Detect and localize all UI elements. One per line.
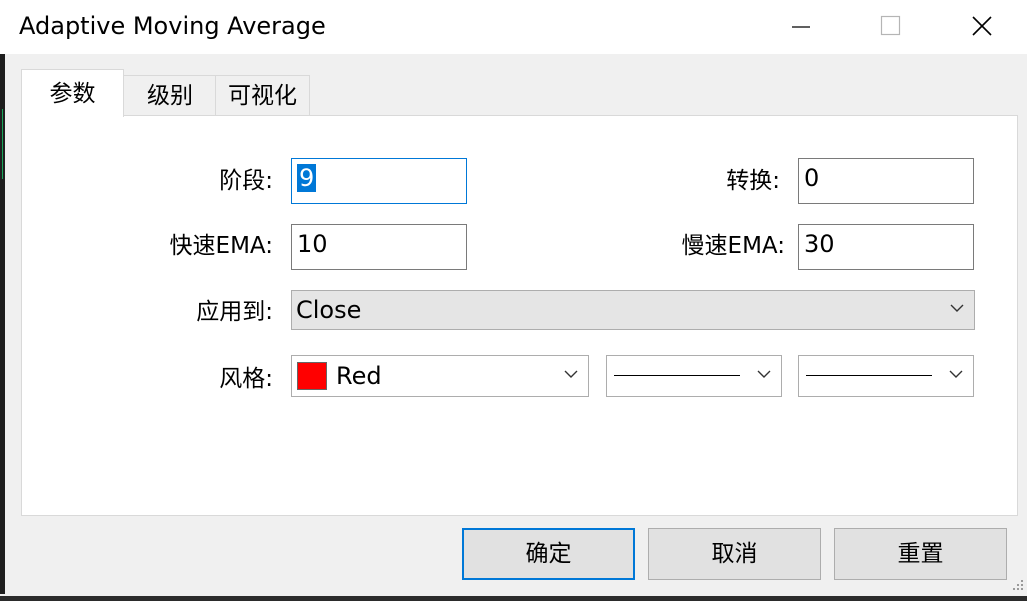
tab-label: 级别 bbox=[147, 83, 193, 109]
slow-ema-value: 30 bbox=[804, 230, 835, 258]
background-window-edge bbox=[0, 54, 5, 594]
cancel-button[interactable]: 取消 bbox=[648, 528, 821, 580]
tab-label: 参数 bbox=[49, 81, 96, 107]
close-icon bbox=[972, 16, 992, 36]
line-width-select[interactable] bbox=[798, 355, 974, 397]
shift-input[interactable]: 0 bbox=[798, 158, 974, 204]
slow-ema-input[interactable]: 30 bbox=[798, 224, 974, 270]
style-color-value: Red bbox=[336, 362, 382, 390]
style-label: 风格: bbox=[219, 366, 273, 392]
chevron-down-icon bbox=[564, 370, 578, 378]
shift-label: 转换: bbox=[726, 168, 780, 194]
cancel-button-label: 取消 bbox=[711, 541, 758, 567]
maximize-button[interactable] bbox=[846, 0, 936, 52]
parameters-panel: 阶段: 9 转换: 0 快速EMA: 10 慢速EMA: 30 应用到: Clo… bbox=[21, 115, 1018, 516]
line-style-select[interactable] bbox=[606, 355, 782, 397]
ok-button-label: 确定 bbox=[525, 541, 572, 567]
fast-ema-input[interactable]: 10 bbox=[291, 224, 467, 270]
ok-button[interactable]: 确定 bbox=[462, 528, 635, 580]
window-title: Adaptive Moving Average bbox=[19, 12, 326, 40]
fast-ema-label: 快速EMA: bbox=[169, 233, 273, 259]
period-input[interactable]: 9 bbox=[291, 158, 467, 204]
shift-value: 0 bbox=[804, 164, 820, 192]
line-style-preview bbox=[614, 375, 740, 376]
period-label: 阶段: bbox=[219, 168, 273, 194]
color-swatch bbox=[297, 362, 327, 390]
minimize-button[interactable] bbox=[756, 0, 846, 52]
period-value: 9 bbox=[297, 164, 317, 192]
chevron-down-icon bbox=[757, 370, 771, 378]
background-window-edge-bottom bbox=[0, 596, 1027, 601]
tab-parameters[interactable]: 参数 bbox=[21, 69, 124, 117]
reset-button-label: 重置 bbox=[897, 541, 944, 567]
maximize-icon bbox=[880, 15, 901, 36]
close-button[interactable] bbox=[937, 0, 1027, 52]
apply-to-value: Close bbox=[296, 296, 362, 324]
tab-visualization[interactable]: 可视化 bbox=[215, 75, 310, 115]
tab-label: 可视化 bbox=[228, 83, 297, 109]
resize-grip-icon[interactable] bbox=[1011, 578, 1025, 594]
minimize-icon bbox=[792, 26, 810, 28]
chevron-down-icon bbox=[949, 370, 963, 378]
chevron-down-icon bbox=[950, 304, 964, 312]
tab-levels[interactable]: 级别 bbox=[123, 75, 217, 115]
apply-to-select[interactable]: Close bbox=[291, 290, 975, 330]
slow-ema-label: 慢速EMA: bbox=[681, 233, 785, 259]
apply-to-label: 应用到: bbox=[196, 299, 273, 325]
fast-ema-value: 10 bbox=[297, 230, 328, 258]
style-color-select[interactable]: Red bbox=[291, 355, 589, 397]
line-width-preview bbox=[806, 375, 932, 376]
title-bar: Adaptive Moving Average bbox=[0, 0, 1027, 54]
reset-button[interactable]: 重置 bbox=[834, 528, 1007, 580]
